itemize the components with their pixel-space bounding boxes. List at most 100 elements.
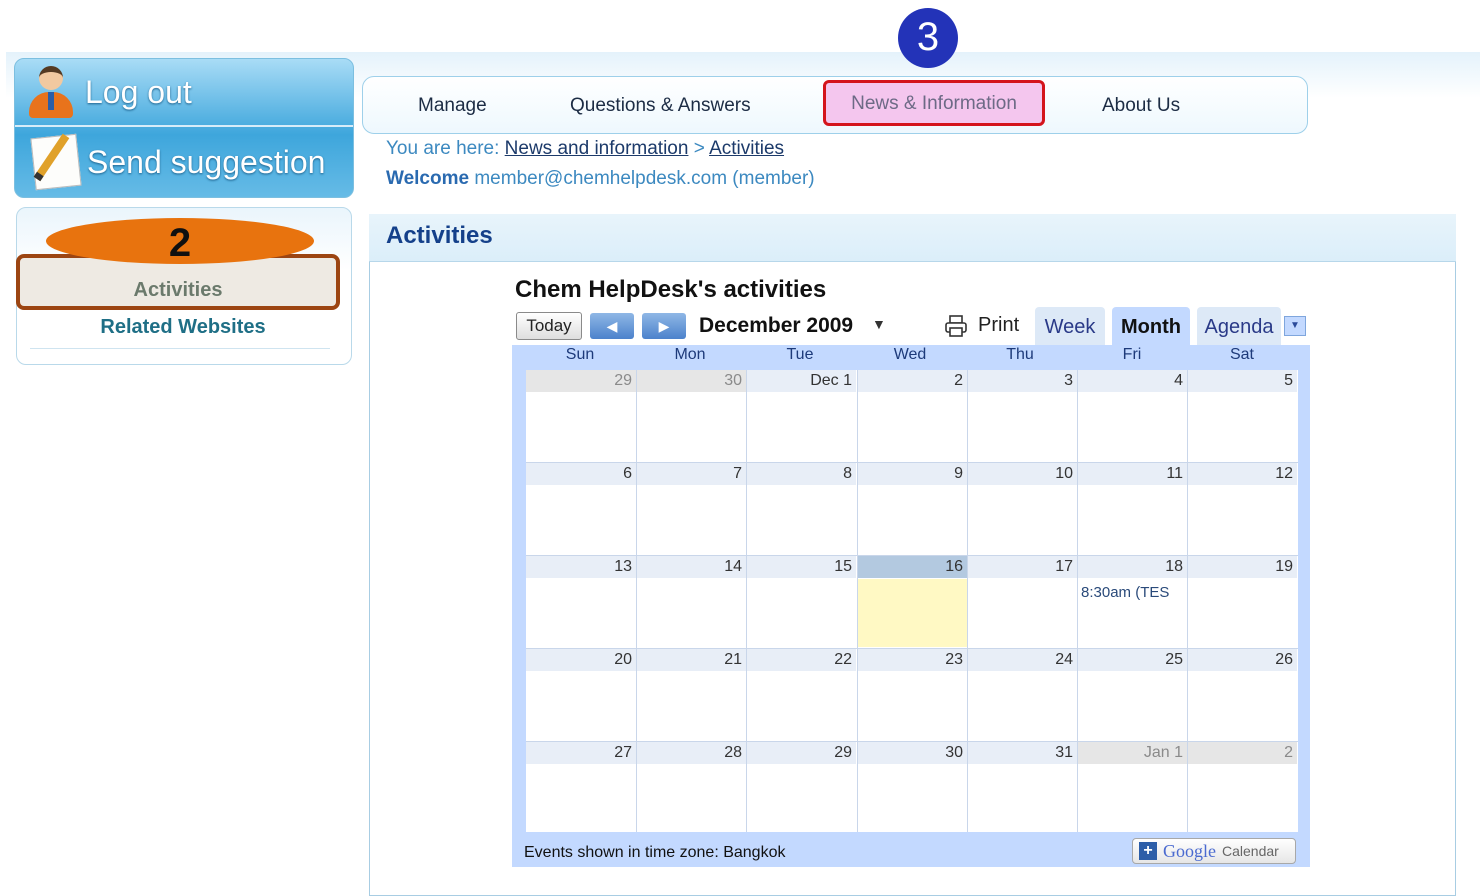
send-suggestion-button[interactable]: Send suggestion [15, 129, 353, 195]
day-dec-17[interactable]: 17 [967, 556, 1077, 578]
week-row-1: 29 30 Dec 1 2 3 4 5 [526, 370, 1298, 463]
welcome-label: Welcome [386, 168, 470, 189]
grid-line [526, 648, 1298, 649]
breadcrumb-link-news[interactable]: News and information [505, 138, 689, 159]
day-nov-30[interactable]: 30 [636, 370, 746, 392]
day-dec-21[interactable]: 21 [636, 649, 746, 671]
calendar-event[interactable]: 8:30am (TES [1081, 584, 1187, 601]
breadcrumb-link-activities[interactable]: Activities [709, 138, 784, 159]
grid-line [636, 370, 637, 832]
week-row-3: 13 14 15 16 17 18 19 [526, 556, 1298, 649]
dow-sat: Sat [1229, 346, 1254, 363]
day-dec-4[interactable]: 4 [1077, 370, 1187, 392]
breadcrumb-prefix: You are here: [386, 138, 500, 159]
grid-line [526, 555, 1298, 556]
tab-agenda[interactable]: Agenda [1197, 307, 1281, 345]
day-dec-2[interactable]: 2 [857, 370, 967, 392]
day-dec-24[interactable]: 24 [967, 649, 1077, 671]
grid-line [857, 370, 858, 832]
week-row-4: 20 21 22 23 24 25 26 [526, 649, 1298, 742]
grid-line [967, 370, 968, 832]
dow-wed: Wed [893, 346, 927, 363]
dow-fri: Fri [1122, 346, 1142, 363]
day-dec-23[interactable]: 23 [857, 649, 967, 671]
day-jan-2[interactable]: 2 [1187, 742, 1297, 764]
week-row-2: 6 7 8 9 10 11 12 [526, 463, 1298, 556]
previous-month-button[interactable]: ◀ [590, 313, 634, 339]
day-dec-9[interactable]: 9 [857, 463, 967, 485]
dow-thu: Thu [1006, 346, 1034, 363]
next-month-button[interactable]: ▶ [642, 313, 686, 339]
day-dec-29[interactable]: 29 [746, 742, 856, 764]
menu-item-about-us[interactable]: About Us [1102, 92, 1180, 120]
logout-label: Log out [85, 73, 192, 110]
user-icon [25, 64, 77, 120]
grid-line [746, 370, 747, 832]
grid-line [1077, 370, 1078, 832]
menu-item-news-information[interactable]: News & Information [823, 80, 1045, 126]
day-dec-16[interactable]: 16 [857, 556, 967, 578]
logout-button[interactable]: Log out [15, 59, 353, 127]
day-dec-5[interactable]: 5 [1187, 370, 1297, 392]
breadcrumb: You are here: News and information > Act… [386, 138, 784, 160]
dow-tue: Tue [786, 346, 814, 363]
day-dec-30[interactable]: 30 [857, 742, 967, 764]
day-dec-10[interactable]: 10 [967, 463, 1077, 485]
day-dec-20[interactable]: 20 [526, 649, 636, 671]
day-dec-13[interactable]: 13 [526, 556, 636, 578]
print-button[interactable]: Print [978, 314, 1019, 337]
welcome-user: member@chemhelpdesk.com (member) [474, 168, 815, 189]
send-suggestion-label: Send suggestion [87, 143, 326, 180]
day-dec-19[interactable]: 19 [1187, 556, 1297, 578]
printer-icon[interactable] [944, 314, 968, 338]
day-dec-14[interactable]: 14 [636, 556, 746, 578]
welcome-line: Welcome member@chemhelpdesk.com (member) [386, 168, 815, 190]
sidebar-divider [30, 348, 330, 349]
timezone-note: Events shown in time zone: Bangkok [524, 844, 786, 861]
day-dec-25[interactable]: 25 [1077, 649, 1187, 671]
day-dec-7[interactable]: 7 [636, 463, 746, 485]
grid-line [1187, 370, 1188, 832]
day-dec-15[interactable]: 15 [746, 556, 856, 578]
left-arrow-icon: ◀ [606, 318, 618, 334]
day-dec-8[interactable]: 8 [746, 463, 856, 485]
day-dec-26[interactable]: 26 [1187, 649, 1297, 671]
menu-item-manage[interactable]: Manage [418, 92, 487, 120]
day-dec-27[interactable]: 27 [526, 742, 636, 764]
google-calendar-badge[interactable]: + Google Calendar [1132, 838, 1296, 864]
account-actions-panel: Log out Send suggestion [14, 58, 354, 198]
day-dec-12[interactable]: 12 [1187, 463, 1297, 485]
day-jan-1[interactable]: Jan 1 [1077, 742, 1187, 764]
day-dec-22[interactable]: 22 [746, 649, 856, 671]
day-dec-18[interactable]: 18 [1077, 556, 1187, 578]
today-button[interactable]: Today [516, 312, 582, 340]
grid-line [526, 741, 1298, 742]
day-dec-1[interactable]: Dec 1 [746, 370, 856, 392]
sidebar-item-related-websites[interactable]: Related Websites [16, 316, 350, 339]
day-dec-28[interactable]: 28 [636, 742, 746, 764]
week-row-5: 27 28 29 30 31 Jan 1 2 [526, 742, 1298, 835]
current-month-label: December 2009 [699, 314, 854, 337]
breadcrumb-separator: > [693, 138, 705, 159]
step-marker-2: 2 [46, 218, 314, 265]
tab-week[interactable]: Week [1035, 307, 1105, 345]
dow-sun: Sun [565, 346, 595, 363]
dow-mon: Mon [674, 346, 706, 363]
menu-item-questions-answers[interactable]: Questions & Answers [570, 92, 751, 120]
step-marker-3: 3 [898, 8, 958, 68]
content-header [369, 214, 1456, 262]
google-brand: Google [1163, 840, 1216, 861]
day-nov-29[interactable]: 29 [526, 370, 636, 392]
calendar-title: Chem HelpDesk's activities [515, 276, 827, 303]
pencil-note-icon [30, 133, 82, 191]
day-dec-31[interactable]: 31 [967, 742, 1077, 764]
day-dec-3[interactable]: 3 [967, 370, 1077, 392]
right-arrow-icon: ▶ [658, 318, 670, 334]
google-plus-icon: + [1139, 842, 1157, 860]
grid-line [526, 462, 1298, 463]
tab-month[interactable]: Month [1112, 307, 1190, 345]
day-dec-11[interactable]: 11 [1077, 463, 1187, 485]
month-dropdown-icon[interactable]: ▼ [872, 316, 886, 332]
day-dec-6[interactable]: 6 [526, 463, 636, 485]
dropdown-arrow-icon[interactable]: ▼ [1284, 316, 1306, 336]
